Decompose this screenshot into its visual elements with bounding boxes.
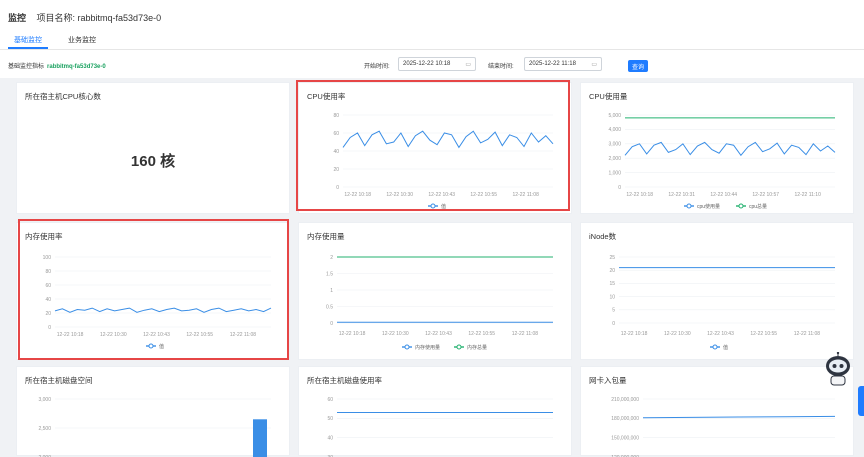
inode-card: iNode数 0 5 10 15 20 25 12-22 10:18 12-22 10:30 1… bbox=[580, 222, 854, 360]
tab-basic-monitor[interactable]: 基础监控 bbox=[8, 33, 48, 49]
calendar-icon: ▭ bbox=[465, 61, 471, 68]
legend-marker bbox=[404, 344, 410, 350]
legend-marker bbox=[738, 203, 744, 209]
x-tick-label: 12-22 10:18 bbox=[339, 331, 366, 337]
legend-label: cpu使用量 bbox=[697, 203, 720, 210]
y-tick-label: 40 bbox=[327, 435, 333, 441]
metric-value: rabbitmq-fa53d73e-0 bbox=[47, 64, 106, 70]
disk-space-chart: 2,0002,5003,000 bbox=[38, 397, 271, 457]
y-tick-label: 10 bbox=[609, 294, 615, 300]
legend-marker bbox=[456, 344, 462, 350]
y-tick-label: 50 bbox=[327, 416, 333, 422]
project-name: 项目名称: rabbitmq-fa53d73e-0 bbox=[36, 13, 162, 23]
legend-label: 值 bbox=[723, 344, 728, 351]
cpu-cores-card: 所在宿主机CPU核心数 160 核 bbox=[16, 82, 290, 214]
x-tick-label: 12-22 10:44 bbox=[710, 192, 737, 198]
disk-usage-rate-card: 所在宿主机磁盘使用率 30405060 bbox=[298, 366, 572, 457]
y-tick-label: 2,000 bbox=[608, 156, 621, 162]
highlight-box bbox=[296, 80, 570, 211]
series-line bbox=[642, 415, 836, 419]
tab-business-monitor[interactable]: 业务监控 bbox=[62, 33, 102, 49]
highlight-box bbox=[18, 219, 289, 360]
y-tick-label: 1.5 bbox=[326, 271, 333, 277]
side-panel-handle[interactable] bbox=[858, 386, 864, 416]
x-tick-label: 12-22 11:08 bbox=[512, 331, 539, 337]
mem-usage-chart: 0 0.5 1 1.5 2 12-22 10:18 12-22 10:30 12-22 10:… bbox=[326, 255, 553, 351]
section-title: 监控 bbox=[8, 13, 27, 23]
disk-usage-rate-chart: 30405060 bbox=[327, 397, 553, 457]
x-tick-label: 12-22 10:43 bbox=[425, 331, 452, 337]
x-tick-label: 12-22 11:08 bbox=[794, 331, 821, 337]
x-tick-label: 12-22 10:18 bbox=[621, 331, 648, 337]
start-time-label: 开始时间: bbox=[364, 64, 390, 70]
y-tick-label: 2 bbox=[330, 255, 333, 261]
legend-label: 内存使用量 bbox=[415, 344, 440, 351]
net-in-packets-card: 网卡入包量 120,000,000150,000,000180,000,0002… bbox=[580, 366, 854, 457]
cpu-cores-value: 160 核 bbox=[130, 153, 176, 170]
y-tick-label: 4,000 bbox=[608, 127, 621, 133]
legend-marker bbox=[712, 344, 718, 350]
cpu-usage-card: CPU使用量 0 1,000 2,000 3,000 4,000 5,000 12-22 1… bbox=[580, 82, 854, 214]
y-tick-label: 1 bbox=[330, 288, 333, 294]
x-tick-label: 12-22 10:18 bbox=[626, 192, 653, 198]
query-button[interactable]: 查询 bbox=[628, 60, 648, 72]
calendar-icon: ▭ bbox=[591, 61, 597, 68]
start-time-value: 2025-12-22 10:18 bbox=[403, 61, 451, 67]
legend-label: cpu总量 bbox=[749, 203, 767, 210]
y-tick-label: 0.5 bbox=[326, 304, 333, 310]
cpu-usage-chart: 0 1,000 2,000 3,000 4,000 5,000 12-22 10:18 12-… bbox=[608, 113, 836, 210]
tab-bar: 基础监控 业务监控 bbox=[8, 33, 102, 49]
y-tick-label: 3,000 bbox=[38, 397, 51, 403]
breadcrumb: 监控 项目名称: rabbitmq-fa53d73e-0 bbox=[8, 11, 161, 24]
x-tick-label: 12-22 10:31 bbox=[668, 192, 695, 198]
y-tick-label: 0 bbox=[612, 321, 615, 327]
x-tick-label: 12-22 10:55 bbox=[468, 331, 495, 337]
y-tick-label: 2,500 bbox=[38, 426, 51, 432]
mem-usage-card: 内存使用量 0 0.5 1 1.5 2 12-22 10:18 12-22 10:30 12-… bbox=[298, 222, 572, 360]
x-tick-label: 12-22 11:10 bbox=[795, 192, 822, 198]
disk-space-card: 所在宿主机磁盘空间 2,0002,5003,000 bbox=[16, 366, 290, 457]
y-tick-label: 3,000 bbox=[608, 142, 621, 148]
y-tick-label: 60 bbox=[327, 397, 333, 403]
y-tick-label: 25 bbox=[609, 255, 615, 261]
legend-label: 内存总量 bbox=[467, 344, 487, 351]
y-tick-label: 15 bbox=[609, 281, 615, 287]
y-tick-label: 5,000 bbox=[608, 113, 621, 119]
x-tick-label: 12-22 10:30 bbox=[382, 331, 409, 337]
y-tick-label: 0 bbox=[618, 185, 621, 191]
end-time-value: 2025-12-22 11:18 bbox=[529, 61, 576, 67]
legend-marker bbox=[686, 203, 692, 209]
x-tick-label: 12-22 10:55 bbox=[750, 331, 777, 337]
y-tick-label: 180,000,000 bbox=[611, 416, 639, 422]
metric-label: 基础监控指标 rabbitmq-fa53d73e-0 bbox=[8, 61, 106, 70]
header-bar: 监控 项目名称: rabbitmq-fa53d73e-0 基础监控 业务监控 bbox=[0, 0, 864, 50]
bar bbox=[253, 419, 267, 457]
x-tick-label: 12-22 10:43 bbox=[707, 331, 734, 337]
y-tick-label: 210,000,000 bbox=[611, 397, 639, 403]
inode-chart: 0 5 10 15 20 25 12-22 10:18 12-22 10:30 12-22 10… bbox=[609, 255, 835, 351]
end-time-label: 结束时间: bbox=[488, 64, 514, 70]
y-tick-label: 1,000 bbox=[608, 170, 621, 176]
start-time-input[interactable]: 2025-12-22 10:18 ▭ bbox=[398, 57, 476, 71]
x-tick-label: 12-22 10:57 bbox=[752, 192, 779, 198]
filter-bar: 基础监控指标 rabbitmq-fa53d73e-0 开始时间: 2025-12-… bbox=[0, 50, 864, 78]
x-tick-label: 12-22 10:30 bbox=[664, 331, 691, 337]
assistant-robot-icon[interactable] bbox=[824, 352, 852, 388]
y-tick-label: 20 bbox=[609, 268, 615, 274]
metric-label-text: 基础监控指标 bbox=[8, 64, 45, 70]
net-in-packets-chart: 120,000,000150,000,000180,000,000210,000… bbox=[611, 397, 836, 457]
card-title: 所在宿主机CPU核心数 bbox=[25, 92, 101, 101]
y-tick-label: 5 bbox=[612, 308, 615, 314]
series-line bbox=[624, 141, 836, 157]
y-tick-label: 0 bbox=[330, 321, 333, 327]
y-tick-label: 150,000,000 bbox=[611, 435, 639, 441]
end-time-input[interactable]: 2025-12-22 11:18 ▭ bbox=[524, 57, 602, 71]
